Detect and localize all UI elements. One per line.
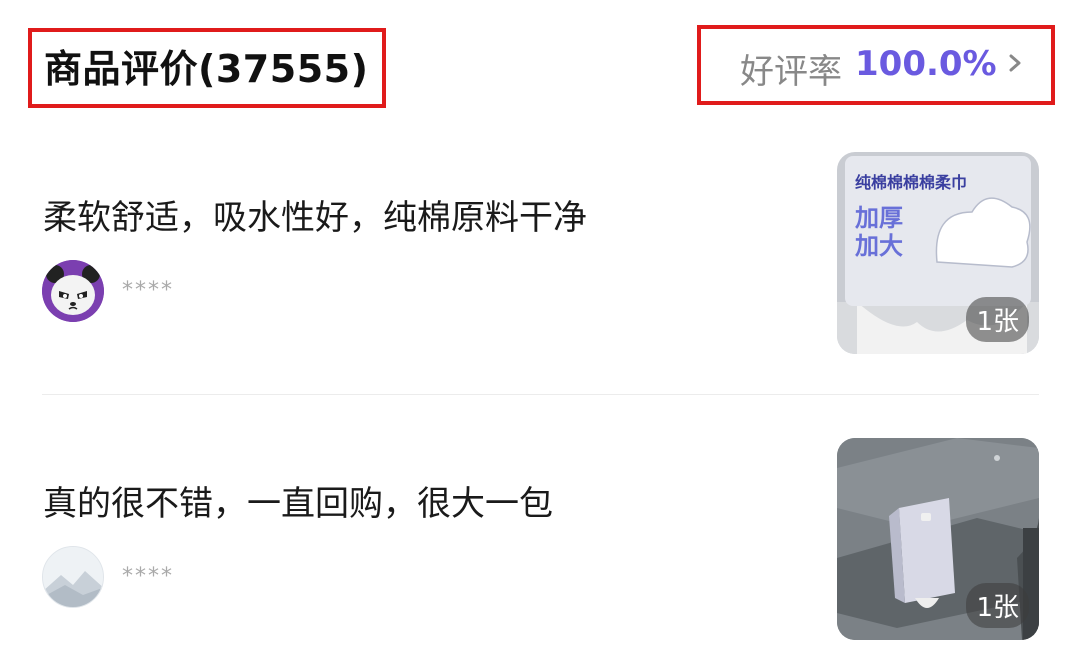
review-item[interactable]: 真的很不错，一直回购，很大一包 **** 1张 xyxy=(0,436,1080,646)
username: **** xyxy=(122,564,174,589)
review-text: 柔软舒适，吸水性好，纯棉原料干净 xyxy=(43,198,587,238)
reviews-title: 商品评价(37555) xyxy=(44,47,369,91)
positive-rate-value[interactable]: 100.0% xyxy=(855,44,997,84)
reviews-header: 商品评价(37555) 好评率 100.0% xyxy=(0,0,1080,120)
chevron-right-icon[interactable] xyxy=(1006,54,1024,72)
divider xyxy=(42,394,1039,395)
thumb-line3-text: 加大 xyxy=(855,232,903,260)
user-avatar xyxy=(42,260,104,322)
thumb-title-text: 纯棉棉棉棉柔巾 xyxy=(855,173,967,192)
review-item[interactable]: 柔软舒适，吸水性好，纯棉原料干净 **** 纯棉棉棉棉柔巾 加厚 加大 1张 xyxy=(0,150,1080,360)
thumb-line2-text: 加厚 xyxy=(855,204,903,232)
review-photo[interactable]: 纯棉棉棉棉柔巾 加厚 加大 1张 xyxy=(837,152,1039,354)
panda-avatar-icon xyxy=(42,260,104,322)
review-photo[interactable]: 1张 xyxy=(837,438,1039,640)
positive-rate-label[interactable]: 好评率 xyxy=(740,44,842,93)
photo-count-badge: 1张 xyxy=(966,297,1029,342)
photo-count-badge: 1张 xyxy=(966,583,1029,628)
review-text: 真的很不错，一直回购，很大一包 xyxy=(43,484,553,524)
username: **** xyxy=(122,278,174,303)
landscape-avatar-icon xyxy=(43,547,103,607)
user-avatar xyxy=(42,546,104,608)
